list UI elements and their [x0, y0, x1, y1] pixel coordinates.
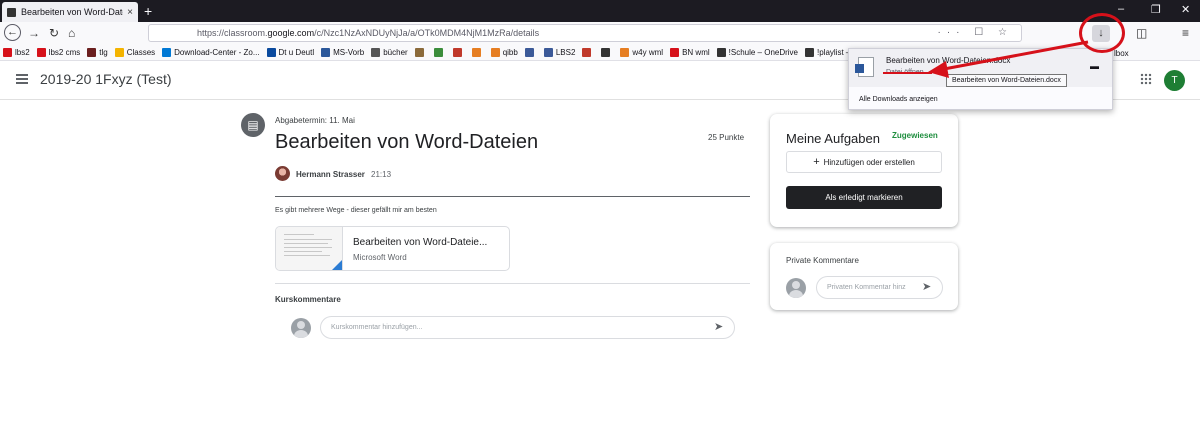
annotation-arrow: [883, 40, 1089, 78]
